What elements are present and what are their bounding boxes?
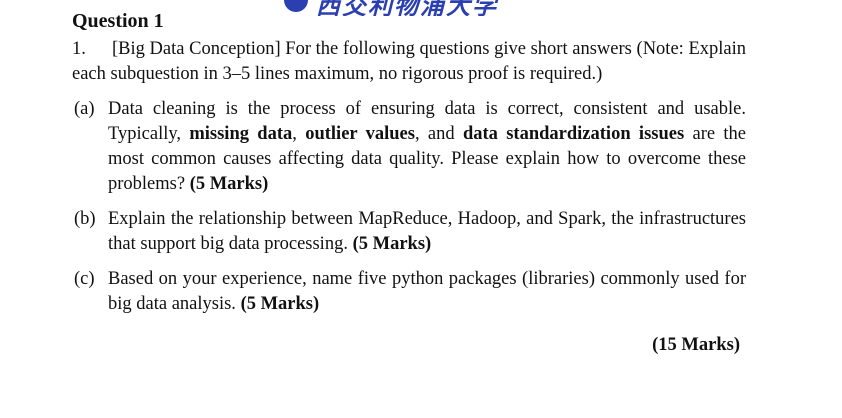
question-number: 1. [72, 39, 86, 59]
subquestion-b: (b) Explain the relationship between Map… [72, 207, 746, 257]
subquestion-text: Based on your experience, name five pyth… [108, 269, 746, 314]
subquestion-list: (a) Data cleaning is the process of ensu… [72, 97, 746, 317]
question-topic: [Big Data Conception] [112, 39, 281, 59]
subquestion-marks: (5 Marks) [352, 234, 432, 254]
keyword-outlier-values: outlier values [305, 124, 415, 144]
subquestion-c: (c) Based on your experience, name five … [72, 267, 746, 317]
question-document: Question 1 1. [Big Data Conception] For t… [72, 9, 746, 358]
subquestion-a: (a) Data cleaning is the process of ensu… [72, 97, 746, 197]
total-marks: (15 Marks) [652, 335, 740, 355]
subquestion-label: (c) [74, 269, 95, 289]
subquestion-marks: (5 Marks) [189, 174, 269, 194]
subquestion-text: , [292, 124, 297, 144]
subquestion-label: (b) [74, 209, 96, 229]
question-title: Question 1 [72, 10, 164, 32]
keyword-data-standardization: data standardization issues [462, 124, 685, 144]
keyword-missing-data: missing data [189, 124, 293, 144]
subquestion-text: , and [414, 124, 455, 144]
subquestion-label: (a) [74, 99, 95, 119]
question-intro: 1. [Big Data Conception] For the followin… [72, 37, 746, 87]
subquestion-marks: (5 Marks) [240, 294, 320, 314]
